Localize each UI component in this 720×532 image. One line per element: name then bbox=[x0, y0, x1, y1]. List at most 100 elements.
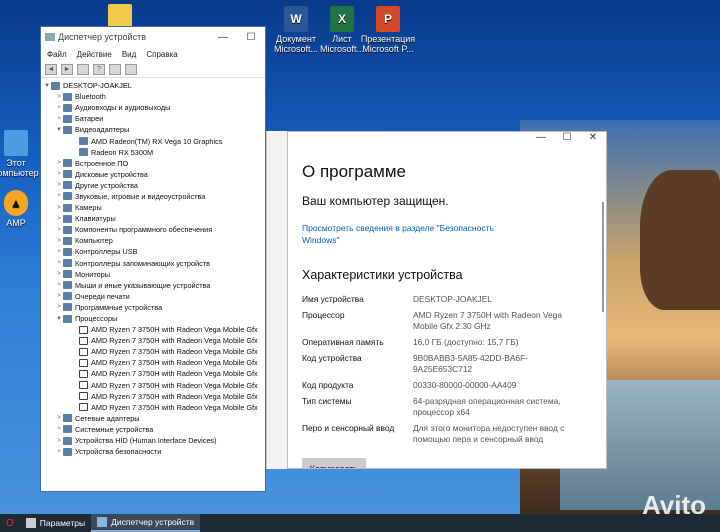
tree-category[interactable]: > Компьютер bbox=[41, 235, 265, 246]
view-icon[interactable] bbox=[109, 63, 121, 75]
tree-category[interactable]: > Мыши и иные указывающие устройства bbox=[41, 280, 265, 291]
properties-icon[interactable] bbox=[77, 63, 89, 75]
taskbar-item-device-manager[interactable]: Диспетчер устройств bbox=[91, 514, 201, 532]
maximize-button[interactable]: ☐ bbox=[237, 32, 265, 43]
tree-category[interactable]: > Камеры bbox=[41, 202, 265, 213]
expander-icon[interactable]: ▼ bbox=[43, 83, 51, 89]
close-button[interactable]: ✕ bbox=[580, 132, 606, 148]
tree-device[interactable]: AMD Ryzen 7 3750H with Radeon Vega Mobil… bbox=[41, 346, 265, 357]
spec-value: Для этого монитора недоступен ввод с пом… bbox=[413, 423, 565, 444]
expander-icon[interactable]: > bbox=[55, 105, 63, 111]
expander-icon[interactable]: > bbox=[55, 260, 63, 266]
expander-icon[interactable]: > bbox=[55, 94, 63, 100]
expander-icon[interactable]: > bbox=[55, 193, 63, 199]
tree-category[interactable]: > Контроллеры USB bbox=[41, 246, 265, 257]
device-manager-window[interactable]: Диспетчер устройств — ☐ Файл Действие Ви… bbox=[40, 26, 266, 492]
tree-device[interactable]: AMD Ryzen 7 3750H with Radeon Vega Mobil… bbox=[41, 368, 265, 379]
cpu-icon bbox=[79, 325, 88, 334]
tree-category[interactable]: > Bluetooth bbox=[41, 91, 265, 102]
menu-action[interactable]: Действие bbox=[77, 50, 112, 59]
start-button[interactable]: O bbox=[0, 514, 20, 532]
cpu-icon bbox=[79, 392, 88, 401]
expander-icon[interactable]: > bbox=[55, 293, 63, 299]
tree-category[interactable]: > Устройства безопасности bbox=[41, 446, 265, 457]
about-titlebar[interactable]: — ☐ ✕ bbox=[288, 132, 606, 148]
expander-icon[interactable]: > bbox=[55, 415, 63, 421]
expander-icon[interactable]: > bbox=[55, 426, 63, 432]
expander-icon[interactable]: > bbox=[55, 282, 63, 288]
expander-icon[interactable]: > bbox=[55, 116, 63, 122]
tree-label: Очереди печати bbox=[75, 291, 130, 301]
device-specs: Имя устройства DESKTOP-JOAKJEL Процессор AM… bbox=[302, 294, 606, 445]
expander-icon[interactable]: > bbox=[55, 205, 63, 211]
expander-icon[interactable]: > bbox=[55, 182, 63, 188]
excel-icon: X bbox=[330, 6, 354, 32]
tree-category[interactable]: ▼ Видеоадаптеры bbox=[41, 124, 265, 135]
maximize-button[interactable]: ☐ bbox=[554, 132, 580, 148]
device-manager-titlebar[interactable]: Диспетчер устройств — ☐ bbox=[41, 27, 265, 47]
tree-category[interactable]: > Устройства HID (Human Interface Devices… bbox=[41, 435, 265, 446]
tree-device[interactable]: AMD Radeon(TM) RX Vega 10 Graphics bbox=[41, 135, 265, 146]
spec-key: Код устройства bbox=[302, 353, 362, 363]
tree-device[interactable]: Radeon RX 5300M bbox=[41, 147, 265, 158]
tree-category[interactable]: > Батареи bbox=[41, 113, 265, 124]
tree-category[interactable]: ▼ Процессоры bbox=[41, 313, 265, 324]
tree-label: Контроллеры USB bbox=[75, 247, 138, 257]
minimize-button[interactable]: — bbox=[209, 32, 237, 43]
expander-icon[interactable]: > bbox=[55, 271, 63, 277]
expander-icon[interactable]: > bbox=[55, 160, 63, 166]
tree-category[interactable]: > Сетевые адаптеры bbox=[41, 413, 265, 424]
monitor-icon[interactable] bbox=[125, 63, 137, 75]
expander-icon[interactable]: > bbox=[55, 449, 63, 455]
menu-view[interactable]: Вид bbox=[122, 50, 136, 59]
expander-icon[interactable]: > bbox=[55, 238, 63, 244]
tree-category[interactable]: > Дисковые устройства bbox=[41, 169, 265, 180]
cpu-icon bbox=[79, 369, 88, 378]
tree-category[interactable]: > Аудиовходы и аудиовыходы bbox=[41, 102, 265, 113]
tree-category[interactable]: > Звуковые, игровые и видеоустройства bbox=[41, 191, 265, 202]
tree-device[interactable]: AMD Ryzen 7 3750H with Radeon Vega Mobil… bbox=[41, 391, 265, 402]
device-icon bbox=[63, 270, 72, 279]
about-window[interactable]: — ☐ ✕ О программе Ваш компьютер защищен.… bbox=[287, 131, 607, 469]
scrollbar[interactable] bbox=[602, 202, 604, 312]
tree-label: AMD Ryzen 7 3750H with Radeon Vega Mobil… bbox=[91, 358, 258, 368]
tree-category[interactable]: > Контроллеры запоминающих устройств bbox=[41, 258, 265, 269]
menu-file[interactable]: Файл bbox=[47, 50, 67, 59]
minimize-button[interactable]: — bbox=[528, 132, 554, 148]
tree-category[interactable]: > Другие устройства bbox=[41, 180, 265, 191]
desktop-icon-powerpoint[interactable]: P Презентация Microsoft P... bbox=[358, 6, 418, 54]
tree-root[interactable]: ▼ DESKTOP-JOAKJEL bbox=[41, 80, 265, 91]
expander-icon[interactable]: > bbox=[55, 227, 63, 233]
tree-label: Контроллеры запоминающих устройств bbox=[75, 258, 210, 268]
tree-category[interactable]: > Клавиатуры bbox=[41, 213, 265, 224]
expander-icon[interactable]: ▼ bbox=[55, 127, 63, 133]
menu-help[interactable]: Справка bbox=[146, 50, 177, 59]
spec-key: Процессор bbox=[302, 310, 345, 320]
expander-icon[interactable]: > bbox=[55, 249, 63, 255]
expander-icon[interactable]: ▼ bbox=[55, 316, 63, 322]
tree-category[interactable]: > Мониторы bbox=[41, 269, 265, 280]
tree-category[interactable]: > Встроенное ПО bbox=[41, 158, 265, 169]
tree-label: Bluetooth bbox=[75, 92, 106, 102]
tree-device[interactable]: AMD Ryzen 7 3750H with Radeon Vega Mobil… bbox=[41, 335, 265, 346]
taskbar-item-settings[interactable]: Параметры bbox=[20, 514, 91, 532]
tree-category[interactable]: > Компоненты программного обеспечения bbox=[41, 224, 265, 235]
expander-icon[interactable]: > bbox=[55, 438, 63, 444]
back-icon[interactable]: ◄ bbox=[45, 63, 57, 75]
spec-value: 00330-80000-00000-AA409 bbox=[413, 380, 517, 390]
security-link[interactable]: Просмотреть сведения в разделе "Безопасн… bbox=[302, 222, 522, 246]
tree-category[interactable]: > Очереди печати bbox=[41, 291, 265, 302]
expander-icon[interactable]: > bbox=[55, 304, 63, 310]
tree-device[interactable]: AMD Ryzen 7 3750H with Radeon Vega Mobil… bbox=[41, 324, 265, 335]
help-icon[interactable]: ? bbox=[93, 63, 105, 75]
tree-device[interactable]: AMD Ryzen 7 3750H with Radeon Vega Mobil… bbox=[41, 402, 265, 413]
expander-icon[interactable]: > bbox=[55, 171, 63, 177]
tree-device[interactable]: AMD Ryzen 7 3750H with Radeon Vega Mobil… bbox=[41, 357, 265, 368]
expander-icon[interactable]: > bbox=[55, 216, 63, 222]
forward-icon[interactable]: ► bbox=[61, 63, 73, 75]
tree-label: Radeon RX 5300M bbox=[91, 147, 154, 157]
tree-device[interactable]: AMD Ryzen 7 3750H with Radeon Vega Mobil… bbox=[41, 380, 265, 391]
copy-button[interactable]: Копировать bbox=[302, 458, 366, 468]
tree-category[interactable]: > Системные устройства bbox=[41, 424, 265, 435]
tree-category[interactable]: > Программные устройства bbox=[41, 302, 265, 313]
